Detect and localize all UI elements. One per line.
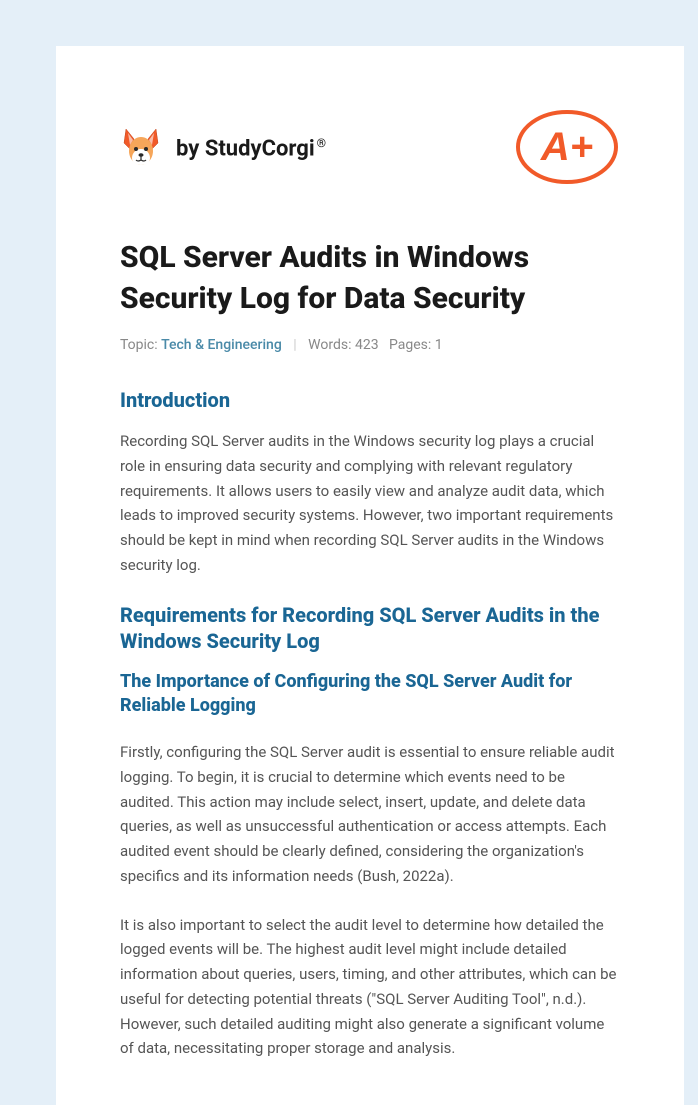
registered-mark: ® xyxy=(317,136,326,150)
topic-link[interactable]: Tech & Engineering xyxy=(161,337,282,353)
brand-prefix: by xyxy=(176,137,205,162)
document-header: by StudyCorgi® A+ xyxy=(120,108,620,190)
words-label: Words: xyxy=(308,337,355,353)
paragraph: Firstly, configuring the SQL Server audi… xyxy=(120,740,620,889)
topic-label: Topic: xyxy=(120,337,161,353)
words-value: 423 xyxy=(355,337,379,353)
section-heading-requirements: Requirements for Recording SQL Server Au… xyxy=(120,602,620,654)
document-page: by StudyCorgi® A+ SQL Server Audits in W… xyxy=(56,46,684,1105)
pages-value: 1 xyxy=(435,337,443,353)
brand-text: by StudyCorgi® xyxy=(176,136,326,161)
corgi-icon xyxy=(120,125,162,173)
grade-text: A+ xyxy=(540,125,593,169)
paragraph: Recording SQL Server audits in the Windo… xyxy=(120,429,620,578)
document-meta: Topic: Tech & Engineering | Words: 423 P… xyxy=(120,337,620,353)
meta-separator: | xyxy=(293,337,296,353)
pages-label: Pages: xyxy=(389,337,435,353)
brand-block: by StudyCorgi® xyxy=(120,125,326,173)
document-title: SQL Server Audits in Windows Security Lo… xyxy=(120,238,620,319)
brand-name: StudyCorgi xyxy=(205,137,315,162)
paragraph: It is also important to select the audit… xyxy=(120,913,620,1062)
grade-badge-icon: A+ xyxy=(514,108,620,190)
subsection-heading-importance: The Importance of Configuring the SQL Se… xyxy=(120,670,620,719)
section-heading-introduction: Introduction xyxy=(120,387,620,413)
